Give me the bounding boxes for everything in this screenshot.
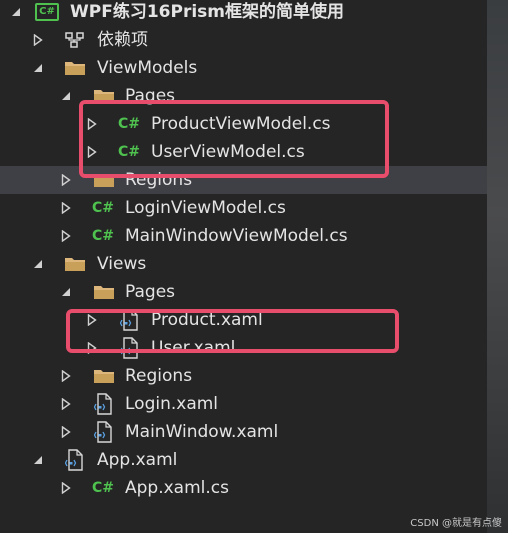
collapse-arrow-icon[interactable] xyxy=(32,250,44,278)
xaml-file-icon xyxy=(119,334,141,362)
collapse-arrow-icon[interactable] xyxy=(10,0,22,26)
csharp-file-icon: C# xyxy=(118,116,141,132)
tree-item-label: LoginViewModel.cs xyxy=(125,198,286,218)
project-title: WPF练习16Prism框架的简单使用 xyxy=(70,2,344,22)
tree-item-label: User.xaml xyxy=(151,338,236,358)
tree-item-label: Regions xyxy=(125,366,193,386)
tree-item-label: Views xyxy=(97,254,147,274)
expand-arrow-icon[interactable] xyxy=(60,166,72,194)
tree-item-label: App.xaml.cs xyxy=(125,478,229,498)
tree-item-views-regions-folder[interactable]: Regions xyxy=(0,362,487,390)
tree-item-label: Login.xaml xyxy=(125,394,219,414)
expand-arrow-icon[interactable] xyxy=(86,138,98,166)
tree-item-viewmodels-regions-folder[interactable]: Regions xyxy=(0,166,487,194)
folder-icon xyxy=(64,250,86,278)
background-edge xyxy=(487,0,508,533)
collapse-arrow-icon[interactable] xyxy=(60,278,72,306)
tree-item-label: App.xaml xyxy=(97,450,178,470)
tree-item-label: Product.xaml xyxy=(151,310,263,330)
solution-explorer-tree: C# WPF练习16Prism框架的简单使用 依赖项 ViewModels Pa… xyxy=(0,0,508,533)
tree-item-mainwindow-xaml[interactable]: MainWindow.xaml xyxy=(0,418,487,446)
tree-item-viewmodels-pages-folder[interactable]: Pages xyxy=(0,82,487,110)
tree-item-label: Pages xyxy=(125,86,176,106)
tree-item-mainwindowviewmodel[interactable]: C# MainWindowViewModel.cs xyxy=(0,222,487,250)
tree-item-dependencies[interactable]: 依赖项 xyxy=(0,26,487,54)
project-row[interactable]: C# WPF练习16Prism框架的简单使用 xyxy=(0,0,487,26)
tree-item-label: ProductViewModel.cs xyxy=(151,114,331,134)
tree-item-label: Regions xyxy=(125,170,193,190)
xaml-file-icon xyxy=(119,306,141,334)
tree-item-views-pages-folder[interactable]: Pages xyxy=(0,278,487,306)
tree-item-app-xaml[interactable]: App.xaml xyxy=(0,446,487,474)
expand-arrow-icon[interactable] xyxy=(60,222,72,250)
csharp-file-icon: C# xyxy=(92,228,115,244)
tree-item-viewmodels-folder[interactable]: ViewModels xyxy=(0,54,487,82)
tree-item-user-xaml[interactable]: User.xaml xyxy=(0,334,487,362)
expand-arrow-icon[interactable] xyxy=(86,306,98,334)
tree-item-userviewmodel[interactable]: C# UserViewModel.cs xyxy=(0,138,487,166)
tree-item-label: MainWindowViewModel.cs xyxy=(125,226,348,246)
collapse-arrow-icon[interactable] xyxy=(32,54,44,82)
csharp-file-icon: C# xyxy=(92,480,115,496)
folder-icon xyxy=(93,362,115,390)
csharp-file-icon: C# xyxy=(118,144,141,160)
expand-arrow-icon[interactable] xyxy=(86,334,98,362)
collapse-arrow-icon[interactable] xyxy=(60,82,72,110)
expand-arrow-icon[interactable] xyxy=(60,390,72,418)
watermark-text: CSDN @就是有点傻 xyxy=(410,518,502,529)
csharp-project-icon: C# xyxy=(35,0,59,26)
xaml-file-icon xyxy=(93,390,115,418)
folder-icon xyxy=(64,54,86,82)
folder-icon xyxy=(93,278,115,306)
tree-item-views-folder[interactable]: Views xyxy=(0,250,487,278)
csharp-file-icon: C# xyxy=(92,200,115,216)
tree-item-label: 依赖项 xyxy=(97,30,148,50)
xaml-file-icon xyxy=(93,418,115,446)
xaml-file-icon xyxy=(64,446,86,474)
tree-item-label: MainWindow.xaml xyxy=(125,422,279,442)
expand-arrow-icon[interactable] xyxy=(60,474,72,502)
tree-item-label: Pages xyxy=(125,282,176,302)
folder-icon xyxy=(93,82,115,110)
dependencies-icon xyxy=(64,26,86,54)
folder-icon xyxy=(93,166,115,194)
tree-item-app-xaml-cs[interactable]: C# App.xaml.cs xyxy=(0,474,487,502)
expand-arrow-icon[interactable] xyxy=(86,110,98,138)
collapse-arrow-icon[interactable] xyxy=(32,446,44,474)
expand-arrow-icon[interactable] xyxy=(60,194,72,222)
tree-item-label: ViewModels xyxy=(97,58,198,78)
tree-item-productviewmodel[interactable]: C# ProductViewModel.cs xyxy=(0,110,487,138)
expand-arrow-icon[interactable] xyxy=(32,26,44,54)
tree-item-login-xaml[interactable]: Login.xaml xyxy=(0,390,487,418)
tree-item-loginviewmodel[interactable]: C# LoginViewModel.cs xyxy=(0,194,487,222)
expand-arrow-icon[interactable] xyxy=(60,362,72,390)
tree-item-product-xaml[interactable]: Product.xaml xyxy=(0,306,487,334)
expand-arrow-icon[interactable] xyxy=(60,418,72,446)
tree-item-label: UserViewModel.cs xyxy=(151,142,305,162)
